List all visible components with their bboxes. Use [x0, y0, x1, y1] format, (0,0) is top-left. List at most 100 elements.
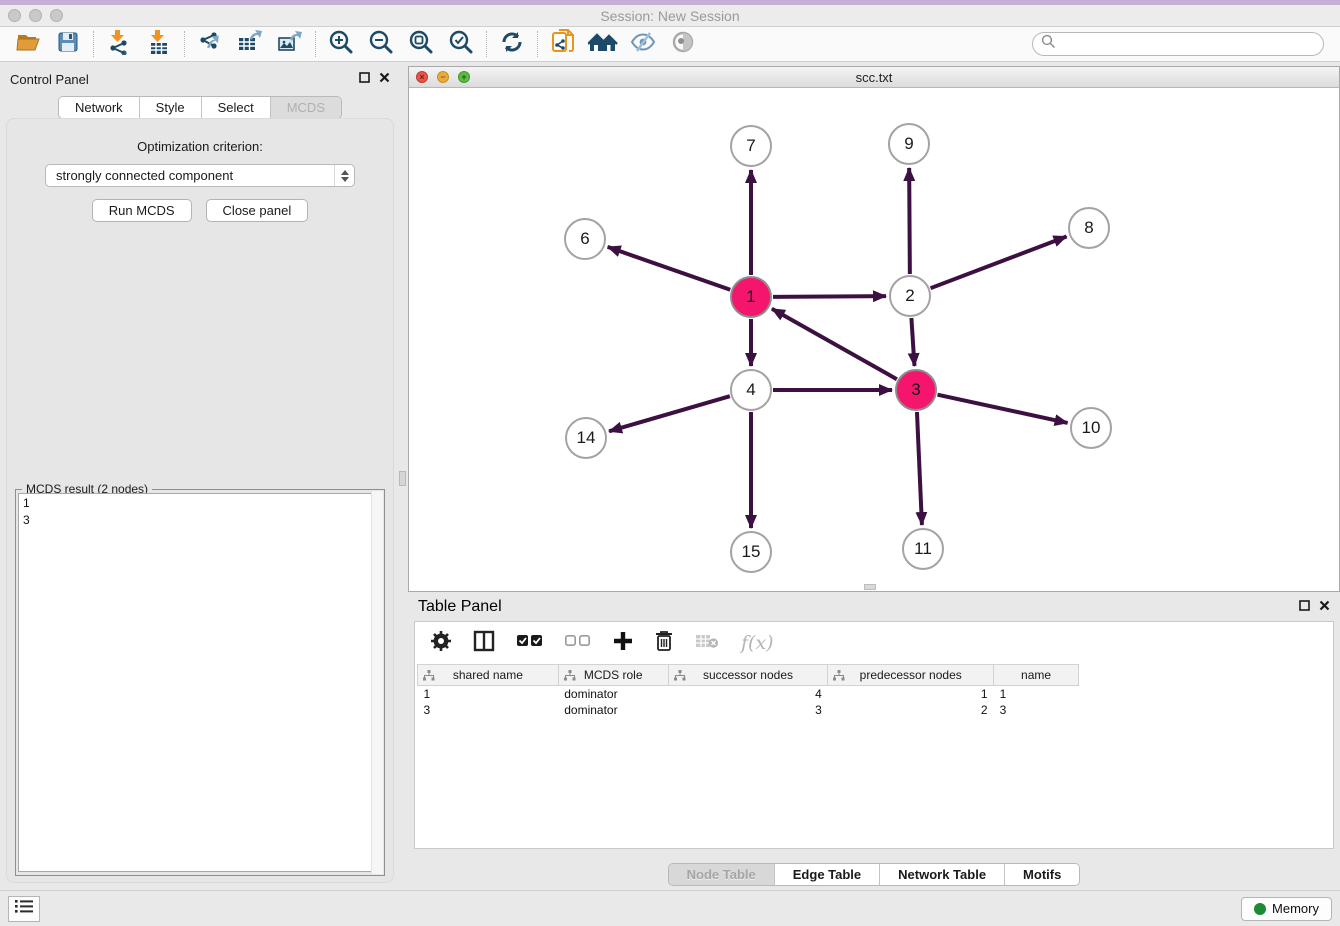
graph-edge-3-10[interactable]: [937, 395, 1067, 423]
table-cell[interactable]: 1: [418, 686, 559, 702]
graph-edge-2-3[interactable]: [911, 318, 914, 366]
create-column-button[interactable]: [613, 631, 633, 656]
network-scrollbar-handle[interactable]: [864, 584, 876, 590]
graph-node-7[interactable]: 7: [730, 125, 772, 167]
graph-edge-2-9[interactable]: [909, 168, 910, 274]
graph-edge-1-2[interactable]: [773, 296, 886, 297]
table-cell[interactable]: 1: [994, 686, 1079, 702]
zoom-selected-button[interactable]: [441, 29, 481, 59]
close-panel-button[interactable]: Close panel: [206, 199, 309, 222]
network-canvas[interactable]: 1 2 3 4 6 7 8 9 10 11 14 15: [409, 88, 1339, 591]
search-input[interactable]: [1061, 37, 1315, 52]
home-button[interactable]: [583, 29, 623, 59]
export-image-button[interactable]: [270, 29, 310, 59]
float-panel-icon[interactable]: [1299, 598, 1310, 616]
mcds-result-text[interactable]: 1 3: [18, 493, 382, 872]
graph-node-6[interactable]: 6: [564, 218, 606, 260]
memory-button[interactable]: Memory: [1241, 897, 1332, 921]
graph-edge-4-14[interactable]: [609, 396, 730, 431]
show-column-panel-button[interactable]: [473, 630, 495, 657]
table-cell[interactable]: 2: [828, 702, 994, 718]
table-cell[interactable]: dominator: [558, 686, 668, 702]
import-network-icon: [107, 29, 131, 60]
column-header-MCDS-role[interactable]: MCDS role: [558, 665, 668, 686]
column-header-name[interactable]: name: [994, 665, 1079, 686]
column-header-predecessor-nodes[interactable]: predecessor nodes: [828, 665, 994, 686]
table-panel-title: Table Panel: [418, 598, 502, 616]
graph-edge-1-6[interactable]: [608, 247, 731, 290]
search-field[interactable]: [1032, 32, 1324, 56]
tab-select[interactable]: Select: [202, 97, 271, 118]
float-panel-icon[interactable]: [359, 70, 370, 88]
graph-node-14[interactable]: 14: [565, 417, 607, 459]
save-session-button[interactable]: [48, 29, 88, 59]
refresh-button[interactable]: [492, 29, 532, 59]
list-icon: [15, 899, 33, 919]
tab-network[interactable]: Network: [59, 97, 140, 118]
zoom-fit-button[interactable]: [401, 29, 441, 59]
export-network-icon: [197, 29, 223, 60]
graph-node-4[interactable]: 4: [730, 369, 772, 411]
column-type-icon: [564, 670, 576, 684]
export-network-button[interactable]: [190, 29, 230, 59]
table-cell[interactable]: 3: [668, 702, 828, 718]
column-header-successor-nodes[interactable]: successor nodes: [668, 665, 828, 686]
run-mcds-button[interactable]: Run MCDS: [92, 199, 192, 222]
table-cell[interactable]: 3: [994, 702, 1079, 718]
graph-node-2[interactable]: 2: [889, 275, 931, 317]
table-settings-button[interactable]: [431, 631, 451, 656]
delete-columns-button[interactable]: [655, 630, 673, 656]
table-cell[interactable]: dominator: [558, 702, 668, 718]
export-table-icon: [237, 29, 263, 60]
table-cell[interactable]: 3: [418, 702, 559, 718]
table-row[interactable]: 3dominator323: [418, 702, 1079, 718]
graph-node-15[interactable]: 15: [730, 531, 772, 573]
open-session-button[interactable]: [8, 29, 48, 59]
tab-style[interactable]: Style: [140, 97, 202, 118]
eye-disabled-button[interactable]: [663, 29, 703, 59]
close-panel-icon[interactable]: [1319, 598, 1330, 616]
graph-node-1[interactable]: 1: [730, 276, 772, 318]
dropdown-selected-value: strongly connected component: [56, 168, 233, 183]
show-task-history-button[interactable]: [8, 896, 40, 922]
control-panel-title: Control Panel: [10, 72, 89, 87]
panel-splitter-handle[interactable]: [399, 471, 406, 486]
graph-node-8[interactable]: 8: [1068, 207, 1110, 249]
graph-edge-3-1[interactable]: [772, 309, 897, 379]
export-table-button[interactable]: [230, 29, 270, 59]
graph-node-9[interactable]: 9: [888, 123, 930, 165]
table-cell[interactable]: 1: [828, 686, 994, 702]
control-panel-tabs: NetworkStyleSelectMCDS: [0, 96, 400, 119]
mcds-result-scrollbar[interactable]: [371, 491, 383, 874]
graph-node-3[interactable]: 3: [895, 369, 937, 411]
mcds-panel: Optimization criterion: strongly connect…: [6, 118, 394, 883]
select-all-button[interactable]: [517, 634, 543, 652]
tab-node-table[interactable]: Node Table: [669, 864, 775, 885]
hide-panels-button[interactable]: [623, 29, 663, 59]
tab-motifs[interactable]: Motifs: [1005, 864, 1079, 885]
zoom-out-button[interactable]: [361, 29, 401, 59]
graph-node-11[interactable]: 11: [902, 528, 944, 570]
clone-network-button[interactable]: [543, 29, 583, 59]
eye-slash-icon: [630, 31, 656, 58]
delete-table-icon: [695, 633, 719, 654]
table-cell[interactable]: 4: [668, 686, 828, 702]
optimization-criterion-dropdown[interactable]: strongly connected component: [45, 164, 355, 187]
zoom-in-icon: [328, 29, 354, 60]
import-table-button[interactable]: [139, 29, 179, 59]
status-bar: Memory: [0, 890, 1340, 926]
graph-node-10[interactable]: 10: [1070, 407, 1112, 449]
network-window-titlebar: × − + scc.txt: [409, 67, 1339, 88]
checked-boxes-icon: [517, 634, 543, 652]
table-row[interactable]: 1dominator411: [418, 686, 1079, 702]
column-header-shared-name[interactable]: shared name: [418, 665, 559, 686]
tab-mcds[interactable]: MCDS: [271, 97, 341, 118]
tab-network-table[interactable]: Network Table: [880, 864, 1005, 885]
close-panel-icon[interactable]: [379, 70, 390, 88]
tab-edge-table[interactable]: Edge Table: [775, 864, 880, 885]
graph-edge-3-11[interactable]: [917, 412, 922, 525]
deselect-all-button[interactable]: [565, 634, 591, 652]
import-network-button[interactable]: [99, 29, 139, 59]
graph-edge-2-8[interactable]: [931, 237, 1067, 289]
zoom-in-button[interactable]: [321, 29, 361, 59]
